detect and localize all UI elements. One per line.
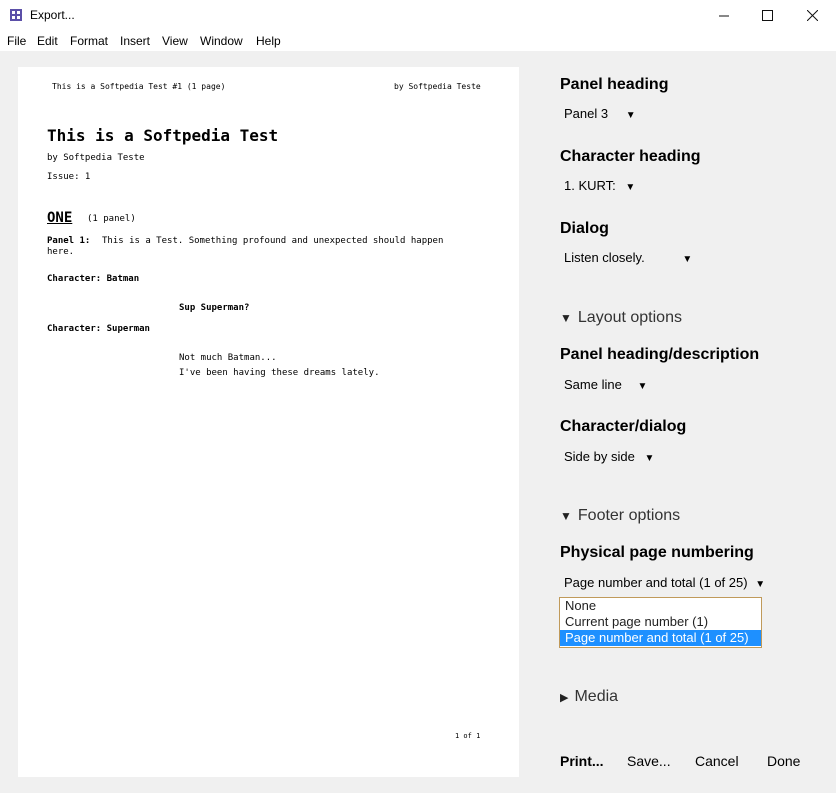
chevron-down-icon: ▼: [625, 182, 636, 193]
page-numbering-dropdown: None Current page number (1) Page number…: [559, 597, 762, 648]
document-issue: Issue: 1: [47, 172, 91, 182]
layout-options-toggle[interactable]: ▼ Layout options: [560, 309, 682, 327]
menu-insert[interactable]: Insert: [120, 34, 150, 48]
character-dialog-select[interactable]: Side by side ▼: [564, 449, 654, 464]
panel-description-select[interactable]: Same line ▼: [564, 377, 647, 392]
panel-label: Panel 1:: [47, 236, 91, 246]
expanded-triangle-icon: ▼: [560, 311, 572, 325]
menu-help[interactable]: Help: [256, 34, 281, 48]
footer-options-label: Footer options: [577, 507, 681, 524]
page-footer: 1 of 1: [455, 732, 481, 740]
document-title: This is a Softpedia Test: [47, 126, 279, 145]
dropdown-option-page-and-total[interactable]: Page number and total (1 of 25): [560, 630, 761, 646]
dropdown-option-current-page[interactable]: Current page number (1): [560, 614, 761, 630]
minimize-button[interactable]: [701, 0, 746, 31]
character-line: Character: Batman: [47, 274, 140, 284]
done-button[interactable]: Done: [767, 753, 800, 769]
character-heading-value: 1. KURT:: [564, 178, 616, 193]
menu-file[interactable]: File: [7, 34, 26, 48]
maximize-icon: [762, 10, 773, 21]
chevron-down-icon: ▼: [637, 381, 648, 392]
cancel-button[interactable]: Cancel: [695, 753, 739, 769]
character-heading-select[interactable]: 1. KURT: ▼: [564, 178, 635, 193]
panel-description-value: Same line: [564, 377, 622, 392]
dropdown-option-none[interactable]: None: [560, 598, 761, 614]
panel-heading-label: Panel heading: [560, 76, 669, 93]
character-dialog-label: Character/dialog: [560, 418, 687, 435]
footer-options-toggle[interactable]: ▼ Footer options: [560, 507, 680, 525]
document-byline: by Softpedia Teste: [47, 153, 145, 163]
page-numbering-value: Page number and total (1 of 25): [564, 575, 748, 590]
character-heading-label: Character heading: [560, 148, 701, 165]
dialog-line: I've been having these dreams lately.: [179, 368, 380, 378]
title-bar: Export...: [0, 0, 836, 31]
print-button[interactable]: Print...: [560, 753, 604, 769]
page-subheading: (1 panel): [87, 214, 136, 224]
close-button[interactable]: [790, 0, 835, 31]
page-numbering-label: Physical page numbering: [560, 544, 754, 561]
panel-text-cont: here.: [47, 247, 75, 257]
preview-page: [18, 67, 519, 777]
dialog-value: Listen closely.: [564, 250, 645, 265]
character-line: Character: Superman: [47, 324, 150, 334]
menu-bar: File Edit Format Insert View Window Help: [0, 31, 836, 51]
app-icon: [10, 9, 22, 21]
chevron-down-icon: ▼: [755, 579, 766, 590]
panel-description-label: Panel heading/description: [560, 346, 760, 363]
page-numbering-select[interactable]: Page number and total (1 of 25) ▼: [564, 575, 765, 590]
layout-options-label: Layout options: [577, 309, 682, 326]
chevron-down-icon: ▼: [682, 254, 693, 265]
menu-window[interactable]: Window: [200, 34, 243, 48]
dialog-select[interactable]: Listen closely. ▼: [564, 250, 692, 265]
menu-view[interactable]: View: [162, 34, 188, 48]
media-label: Media: [574, 688, 619, 705]
preview-header-left: This is a Softpedia Test #1 (1 page): [52, 82, 226, 91]
chevron-down-icon: ▼: [644, 453, 655, 464]
panel-heading-select[interactable]: Panel 3 ▼: [564, 106, 636, 121]
chevron-down-icon: ▼: [625, 110, 636, 121]
menu-format[interactable]: Format: [70, 34, 108, 48]
dialog-line: Not much Batman...: [179, 353, 277, 363]
dialog-label: Dialog: [560, 220, 609, 237]
close-icon: [807, 10, 818, 21]
panel-text: This is a Test. Something profound and u…: [102, 236, 444, 246]
panel-heading-value: Panel 3: [564, 106, 609, 121]
dialog-line: Sup Superman?: [179, 303, 250, 313]
collapsed-triangle-icon: ▶: [560, 692, 569, 704]
window-title: Export...: [30, 8, 75, 22]
expanded-triangle-icon: ▼: [560, 509, 572, 523]
menu-edit[interactable]: Edit: [37, 34, 58, 48]
maximize-button[interactable]: [745, 0, 790, 31]
minimize-icon: [718, 15, 729, 16]
save-button[interactable]: Save...: [627, 753, 671, 769]
page-heading: ONE: [47, 210, 73, 226]
media-toggle[interactable]: ▶ Media: [560, 688, 618, 706]
character-dialog-value: Side by side: [564, 449, 635, 464]
preview-header-right: by Softpedia Teste: [394, 82, 481, 91]
